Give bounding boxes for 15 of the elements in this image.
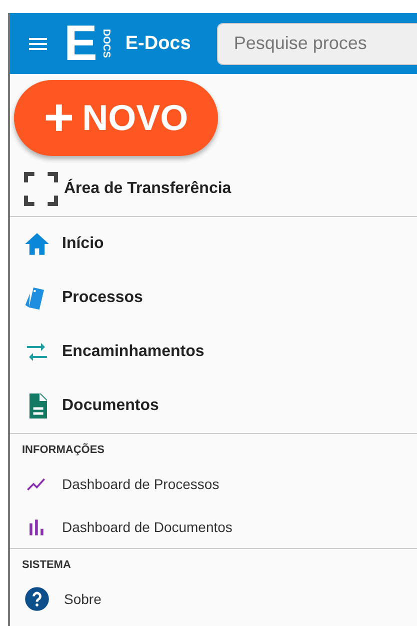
section-heading: SISTEMA [21, 558, 72, 573]
nav-item[interactable]: Início [62, 235, 104, 253]
nav-item[interactable]: Dashboard de Documentos [62, 518, 232, 534]
search-field[interactable]: Pesquise proces [216, 22, 417, 64]
help-icon [24, 586, 50, 612]
nav-item[interactable]: Documentos [62, 397, 159, 415]
nav-item[interactable]: Processos [62, 289, 143, 307]
logo-subtitle: DOCS [99, 29, 112, 58]
nav-item[interactable]: Encaminhamentos [62, 343, 204, 361]
section-heading: INFORMAÇÕES [21, 442, 106, 458]
nav-item[interactable]: Dashboard de Processos [62, 476, 220, 492]
logo-letter: E [64, 22, 98, 64]
clipboard-link[interactable]: Área de Transferência [64, 180, 232, 198]
nav-item[interactable]: Sobre [64, 590, 102, 606]
app-title: E-Docs [125, 32, 191, 54]
